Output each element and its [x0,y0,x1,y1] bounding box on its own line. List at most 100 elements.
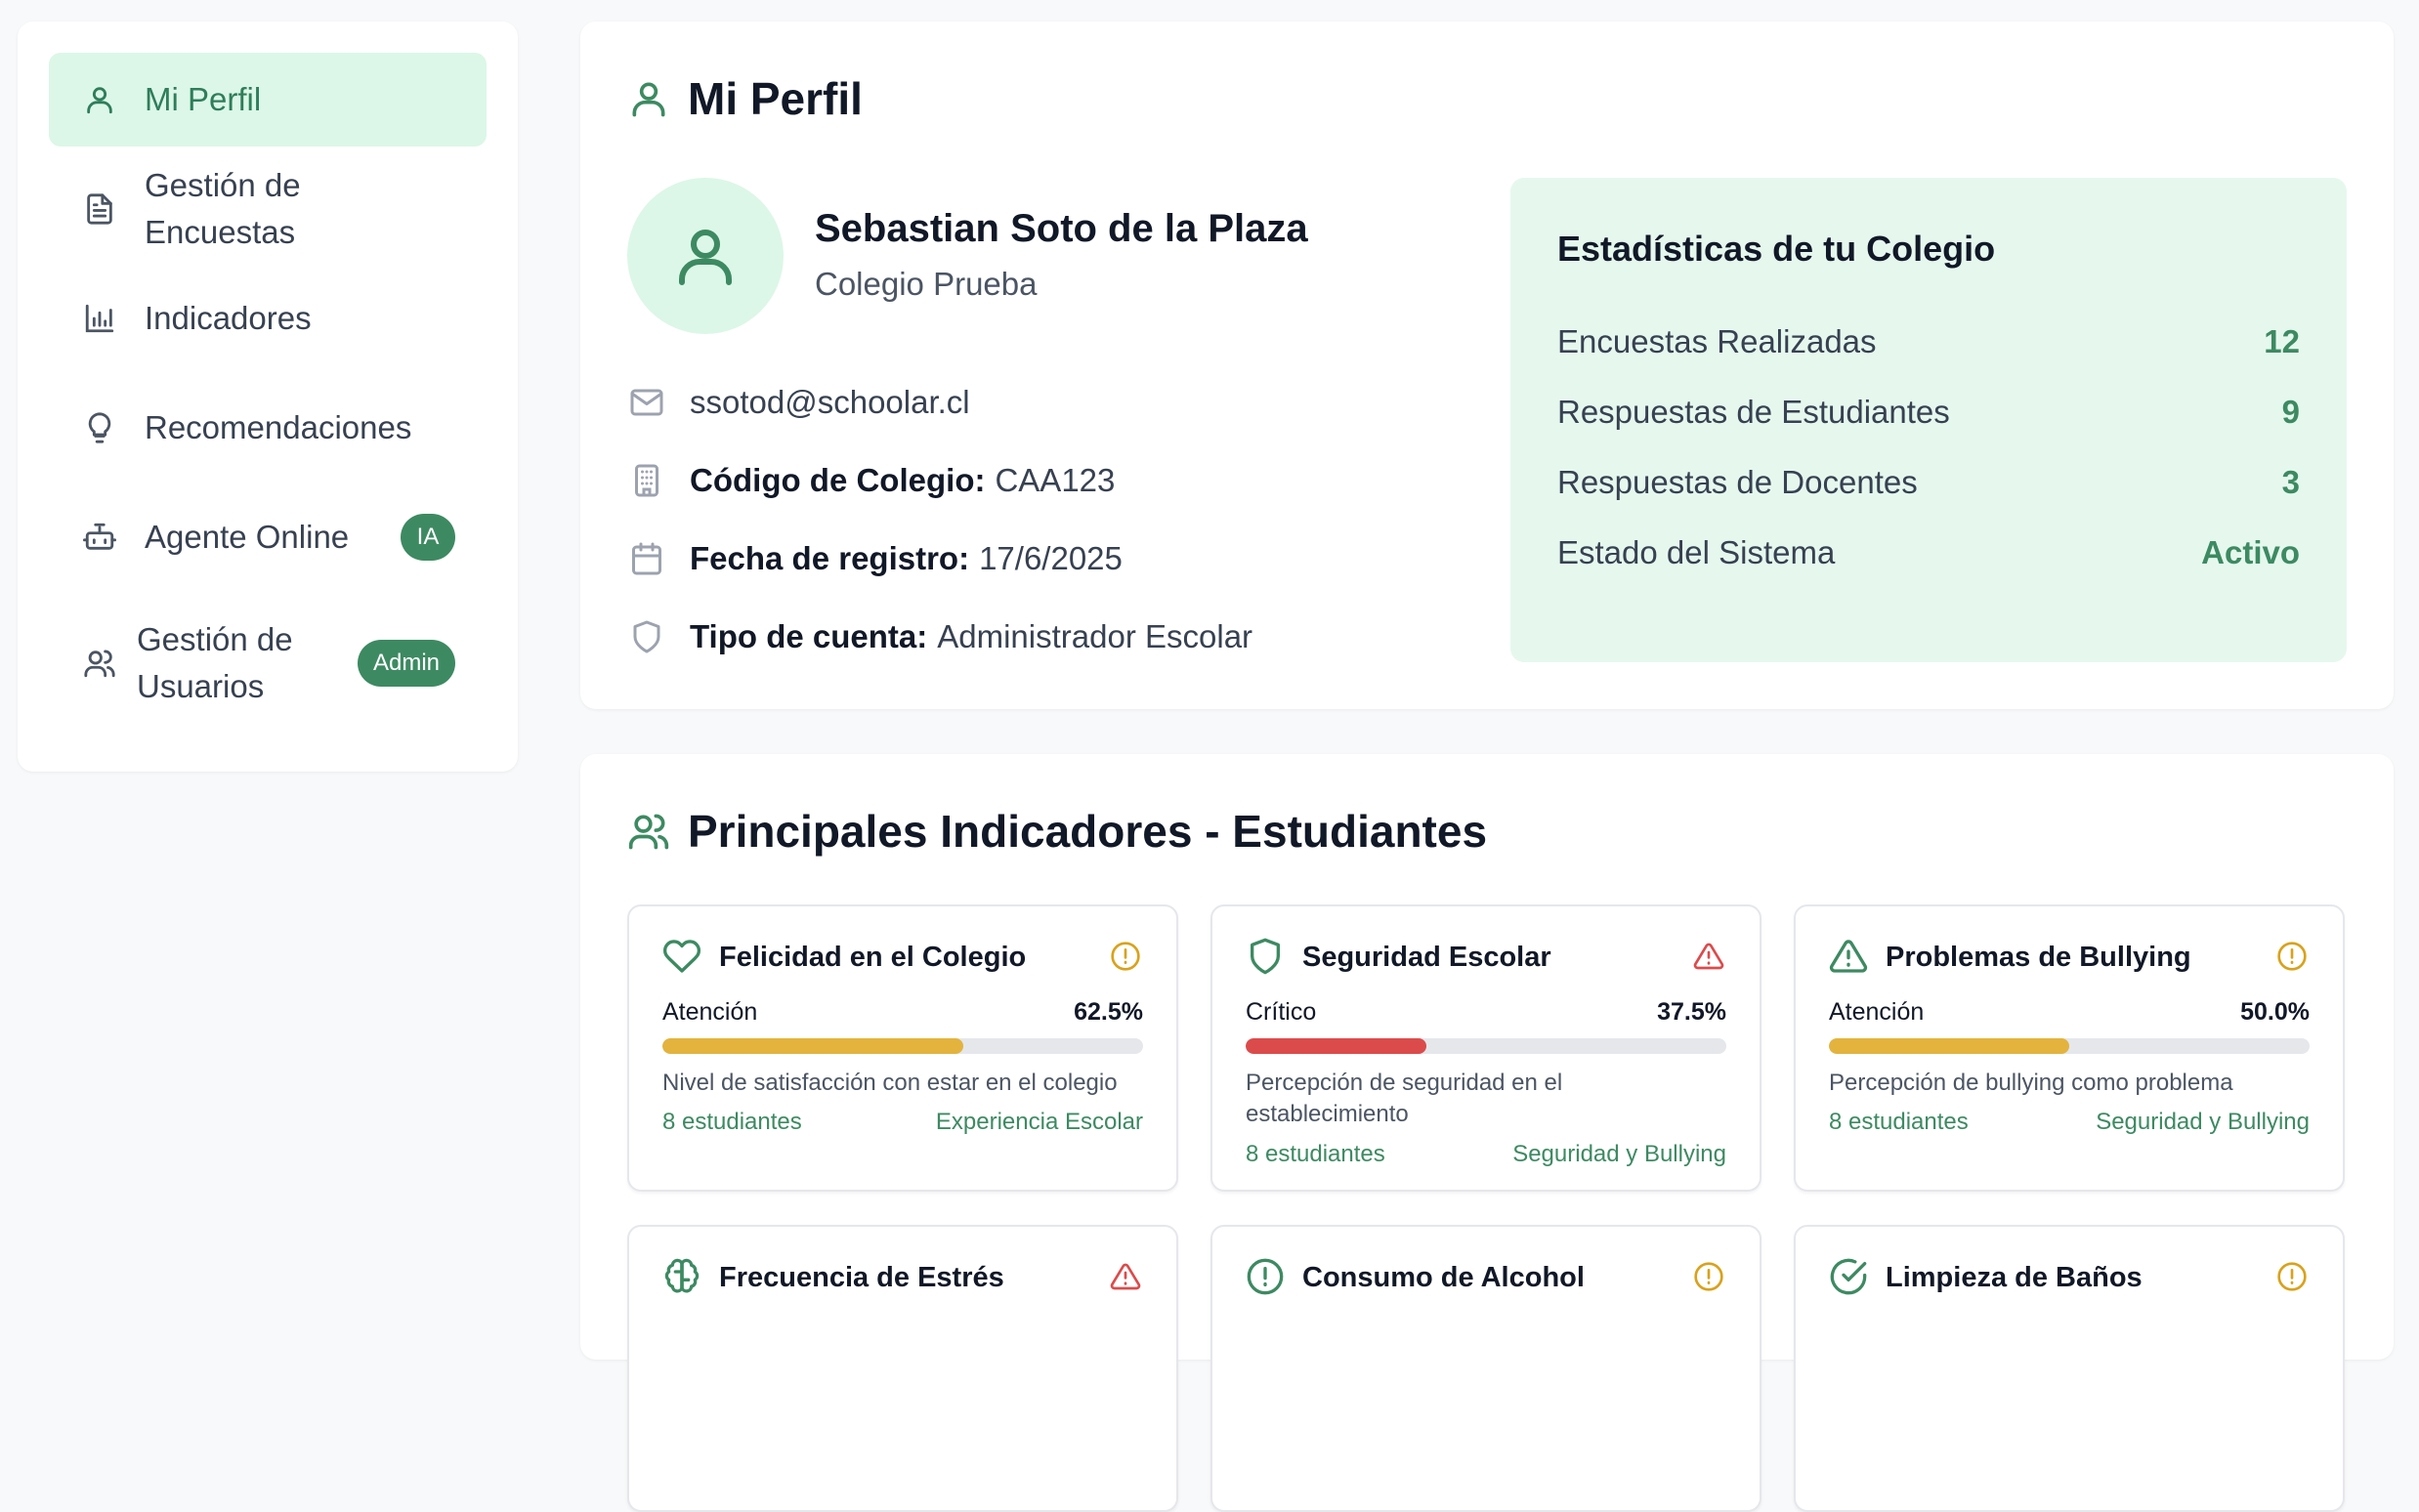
sidebar-item-agente-online[interactable]: Agente Online IA [49,490,487,584]
indicator-percent: 50.0% [2240,998,2310,1026]
bar-chart-icon [80,299,119,338]
users-icon [627,810,670,853]
indicator-title: Problemas de Bullying [1886,941,2191,973]
sidebar-item-recomendaciones[interactable]: Recomendaciones [49,381,487,475]
check-circle-icon [1829,1257,1870,1298]
email-value: ssotod@schoolar.cl [690,384,970,420]
indicator-card-felicidad[interactable]: Felicidad en el Colegio Atención 62.5% N… [627,904,1178,1192]
stat-label: Encuestas Realizadas [1557,323,1877,359]
indicator-progress-bar [1829,1038,2310,1054]
indicator-progress-bar [662,1038,1143,1054]
heart-icon [662,937,703,978]
indicator-level: Crítico [1246,998,1317,1026]
school-code-row: Código de Colegio: CAA123 [627,461,1115,500]
indicator-progress-fill [1829,1038,2069,1054]
alert-triangle-icon [1110,1261,1143,1294]
school-code-value: CAA123 [995,462,1116,498]
register-date-row: Fecha de registro: 17/6/2025 [627,539,1123,578]
alert-circle-icon [2276,941,2310,974]
sidebar-item-label: Gestión de Encuestas [145,167,301,250]
stat-row: Estado del Sistema Activo [1557,518,2300,588]
stat-value: 3 [2281,464,2300,500]
indicator-card-limpieza[interactable]: Limpieza de Baños [1794,1225,2345,1512]
sidebar-item-label: Agente Online [145,519,350,556]
account-type-value: Administrador Escolar [937,618,1253,654]
stat-value: 9 [2281,394,2300,430]
profile-card: Mi Perfil Sebastian Soto de la Plaza Col… [580,21,2394,709]
sidebar-item-label: Recomendaciones [145,409,412,446]
indicator-title: Felicidad en el Colegio [719,941,1027,973]
stat-row: Encuestas Realizadas 12 [1557,307,2300,377]
mail-icon [627,383,666,422]
alert-circle-icon [2276,1261,2310,1294]
bot-icon [80,518,119,557]
indicator-category: Seguridad y Bullying [2096,1109,2310,1136]
indicator-title: Seguridad Escolar [1302,941,1551,973]
user-icon [627,77,670,120]
alert-circle-icon [1693,1261,1726,1294]
shield-icon [1246,937,1287,978]
indicator-progress-bar [1246,1038,1726,1054]
alert-triangle-icon [1693,941,1726,974]
indicators-section: Principales Indicadores - Estudiantes Fe… [580,754,2394,1512]
sidebar-item-gestion-encuestas[interactable]: Gestión de Encuestas [49,162,487,256]
user-icon [679,230,732,285]
page-title-text: Mi Perfil [688,73,863,124]
user-school: Colegio Prueba [815,266,1038,302]
building-icon [627,461,666,500]
alert-triangle-icon [1829,937,1870,978]
brain-icon [662,1257,703,1298]
indicator-progress-fill [662,1038,963,1054]
indicator-students: 8 estudiantes [1829,1109,1969,1136]
indicator-level: Atención [662,998,758,1026]
user-name: Sebastian Soto de la Plaza [815,207,1308,250]
indicator-progress-fill [1246,1038,1426,1054]
indicator-description: Percepción de bullying como problema [1829,1070,2233,1096]
stat-label: Respuestas de Estudiantes [1557,394,1950,430]
stat-value: 12 [2264,323,2300,359]
page-title: Mi Perfil [627,72,863,125]
alert-circle-icon [1246,1257,1287,1298]
stat-label: Estado del Sistema [1557,534,1836,570]
indicator-card-seguridad[interactable]: Seguridad Escolar Crítico 37.5% Percepci… [1210,904,1761,1192]
indicator-card-estres[interactable]: Frecuencia de Estrés [627,1225,1178,1512]
indicator-title: Limpieza de Baños [1886,1261,2143,1293]
lightbulb-icon [80,408,119,447]
indicator-students: 8 estudiantes [1246,1140,1385,1167]
indicator-percent: 37.5% [1657,998,1726,1026]
indicators-title: Principales Indicadores - Estudiantes [627,805,1487,858]
account-type-row: Tipo de cuenta: Administrador Escolar [627,617,1252,656]
register-date-value: 17/6/2025 [979,540,1123,576]
stat-row: Respuestas de Estudiantes 9 [1557,377,2300,447]
users-icon [80,644,119,683]
indicator-level: Atención [1829,998,1925,1026]
avatar [627,178,784,334]
email-row: ssotod@schoolar.cl [627,383,970,422]
alert-circle-icon [1110,941,1143,974]
register-date-label: Fecha de registro: [690,540,970,576]
indicator-description: Percepción de seguridad en el establecim… [1246,1070,1563,1128]
sidebar-item-indicadores[interactable]: Indicadores [49,272,487,365]
indicator-students: 8 estudiantes [662,1109,802,1136]
account-type-label: Tipo de cuenta: [690,618,928,654]
indicator-description: Nivel de satisfacción con estar en el co… [662,1070,1118,1096]
indicator-category: Experiencia Escolar [935,1109,1143,1136]
stats-title: Estadísticas de tu Colegio [1557,229,1996,269]
user-icon [80,80,119,119]
indicator-title: Consumo de Alcohol [1302,1261,1585,1293]
stat-row: Respuestas de Docentes 3 [1557,447,2300,518]
admin-badge: Admin [357,640,455,687]
sidebar-item-gestion-usuarios[interactable]: Gestión de Usuarios Admin [49,600,487,727]
sidebar-item-label: Mi Perfil [145,81,262,118]
indicator-title: Frecuencia de Estrés [719,1261,1004,1293]
shield-icon [627,617,666,656]
system-status-value: Activo [2201,534,2300,570]
sidebar-item-label: Indicadores [145,300,312,337]
file-text-icon [80,189,119,229]
indicator-card-bullying[interactable]: Problemas de Bullying Atención 50.0% Per… [1794,904,2345,1192]
indicator-percent: 62.5% [1074,998,1143,1026]
ia-badge: IA [401,514,455,561]
sidebar-item-mi-perfil[interactable]: Mi Perfil [49,53,487,147]
indicator-card-alcohol[interactable]: Consumo de Alcohol [1210,1225,1761,1512]
sidebar-item-label: Gestión de Usuarios [137,621,293,704]
